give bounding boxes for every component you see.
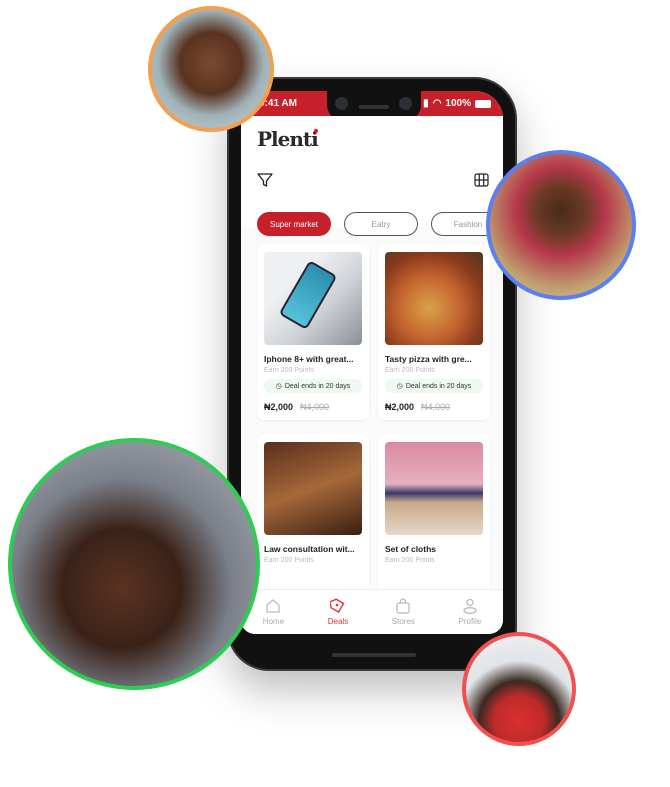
chip-eatry[interactable]: Eatry	[344, 212, 418, 236]
chip-super-market[interactable]: Super market	[257, 212, 331, 236]
deal-points: Earn 200 Points	[385, 557, 435, 564]
deal-price: ₦2,000 ₦4,000	[264, 402, 330, 412]
deal-points: Earn 200 Points	[385, 367, 435, 374]
pizza-image	[385, 252, 483, 345]
phone-mockup: 9:41 AM ▮ ◠ 100% Plenti Super market Eatry…	[227, 77, 517, 671]
avatar-woman-braids	[486, 150, 636, 300]
deal-card[interactable]: Set of cloths Earn 200 Points	[378, 434, 490, 610]
app-header: Plenti Super market Eatry Fashion	[241, 116, 503, 236]
clock-icon: ◷	[396, 383, 403, 390]
deal-timer: ◷ Deal ends in 20 days	[385, 379, 483, 393]
battery-level: 100%	[445, 98, 471, 109]
signal-icon: ▮	[423, 98, 429, 109]
law-scale-image	[264, 442, 362, 535]
shopping-bag-icon	[396, 598, 410, 614]
old-price: ₦4,000	[300, 402, 330, 412]
old-price: ₦4,000	[421, 402, 451, 412]
home-icon	[266, 599, 281, 613]
wifi-icon: ◠	[432, 98, 442, 109]
filter-icon[interactable]	[257, 172, 273, 188]
clock-icon: ◷	[275, 383, 282, 390]
home-indicator	[332, 653, 416, 657]
cloths-image	[385, 442, 483, 535]
battery-icon	[475, 99, 491, 108]
category-chips: Super market Eatry Fashion	[257, 212, 503, 236]
deal-title: Iphone 8+ with great...	[264, 354, 354, 364]
bottom-nav: Home Deals Stores Profile	[241, 589, 503, 634]
deal-timer: ◷ Deal ends in 20 days	[264, 379, 362, 393]
deal-points: Earn 200 Points	[264, 557, 314, 564]
deal-title: Set of cloths	[385, 544, 437, 554]
avatar-woman-bun	[8, 438, 260, 690]
avatar-man-sunglasses	[462, 632, 576, 746]
avatar-woman-glasses	[148, 6, 274, 132]
nav-deals[interactable]: Deals	[328, 598, 348, 626]
deal-price: ₦2,000 ₦4,000	[385, 402, 451, 412]
plenti-logo: Plenti	[257, 127, 319, 151]
deal-title: Law consultation wit...	[264, 544, 355, 554]
grid-view-icon[interactable]	[474, 173, 489, 187]
tag-icon	[329, 598, 345, 614]
deal-card[interactable]: Tasty pizza with gre... Earn 200 Points …	[378, 244, 490, 420]
deal-points: Earn 200 Points	[264, 367, 314, 374]
iphone-image	[264, 252, 362, 345]
deals-grid: Iphone 8+ with great... Earn 200 Points …	[257, 244, 490, 610]
nav-stores[interactable]: Stores	[392, 598, 415, 626]
deal-card[interactable]: Iphone 8+ with great... Earn 200 Points …	[257, 244, 369, 420]
nav-profile[interactable]: Profile	[459, 598, 481, 626]
nav-home[interactable]: Home	[263, 598, 284, 626]
profile-icon	[463, 598, 477, 614]
deal-card[interactable]: Law consultation wit... Earn 200 Points	[257, 434, 369, 610]
deal-title: Tasty pizza with gre...	[385, 354, 472, 364]
app-screen: 9:41 AM ▮ ◠ 100% Plenti Super market Eatry…	[241, 91, 503, 634]
